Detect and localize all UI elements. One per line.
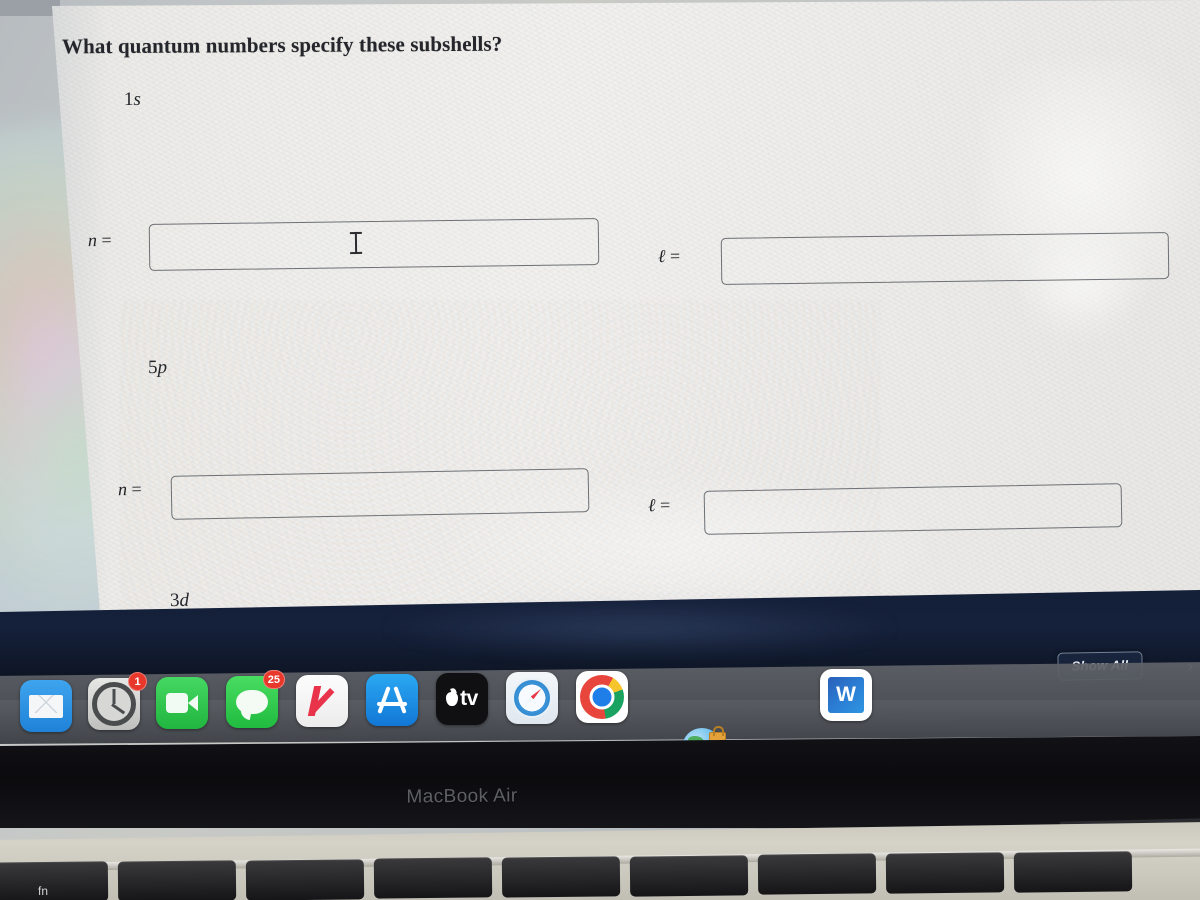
- equals-sign: =: [655, 494, 671, 516]
- laptop-screen-page: [52, 0, 1200, 618]
- word-icon: W: [828, 677, 864, 713]
- subshell-letter: d: [179, 589, 190, 611]
- ibeam-stem: [354, 233, 358, 253]
- camera-body: [166, 693, 188, 713]
- answer-input-l-5p[interactable]: [703, 483, 1123, 535]
- equals-sign: =: [96, 229, 112, 251]
- subshell-label-1s: 1s: [124, 89, 141, 111]
- answer-input-l-1s[interactable]: [720, 232, 1170, 285]
- news-icon: [307, 686, 337, 716]
- answer-input-n-5p[interactable]: [170, 468, 590, 520]
- subshell-number: 5: [147, 357, 158, 379]
- app-store-icon: [376, 686, 408, 714]
- compass-needle: [521, 687, 542, 708]
- laptop-lower-bezel: [0, 736, 1200, 828]
- dock-icon-row: 1 25 tv W: [0, 664, 1200, 874]
- screenshot-root: What quantum numbers specify these subsh…: [0, 0, 1200, 900]
- quantum-symbol-n: n: [87, 230, 98, 251]
- dock-item-facetime[interactable]: [156, 677, 208, 729]
- dock-item-safari[interactable]: [506, 672, 558, 724]
- keyboard-key[interactable]: [117, 860, 237, 900]
- field-label-l-5p: ℓ =: [648, 495, 671, 516]
- dock-item-apple-tv[interactable]: tv: [436, 673, 488, 725]
- field-label-n-5p: n =: [118, 479, 142, 500]
- dock-item-messages[interactable]: 25: [226, 670, 285, 728]
- field-label-l-1s: ℓ =: [658, 246, 680, 267]
- subshell-number: 3: [169, 590, 180, 612]
- dock-item-system-preferences[interactable]: 1: [88, 672, 147, 730]
- badge-count: 1: [128, 672, 147, 691]
- keyboard-key-label: fn: [37, 883, 49, 899]
- gear-icon: [92, 682, 136, 726]
- keyboard-key[interactable]: [373, 857, 493, 899]
- appstore-stroke-left: [377, 686, 391, 714]
- mail-icon: [29, 694, 63, 718]
- equals-sign: =: [665, 245, 681, 267]
- text-ibeam-cursor: [349, 231, 363, 255]
- screen-moire-warm: [120, 300, 880, 618]
- appstore-stroke-right: [393, 686, 407, 714]
- dock-item-news[interactable]: [296, 675, 348, 727]
- keyboard-key[interactable]: [245, 859, 365, 900]
- keyboard-key[interactable]: [629, 855, 749, 897]
- dock-item-microsoft-word[interactable]: W: [820, 669, 872, 721]
- keyboard-key[interactable]: [501, 856, 621, 898]
- dock-item-mail[interactable]: [20, 680, 72, 732]
- top-left-edge: [0, 0, 60, 16]
- screen-moire-texture: [52, 0, 1200, 618]
- apple-tv-label: tv: [460, 687, 478, 710]
- subshell-letter: s: [133, 88, 141, 110]
- dock-item-app-store[interactable]: [366, 674, 418, 726]
- subshell-label-5p: 5p: [148, 357, 167, 379]
- video-camera-icon: [166, 693, 198, 713]
- keyboard-key[interactable]: [1013, 851, 1133, 893]
- equals-sign: =: [126, 478, 142, 500]
- field-label-n-1s: n =: [88, 230, 112, 251]
- apple-logo-icon: [446, 692, 459, 706]
- subshell-letter: p: [157, 356, 168, 378]
- camera-lens: [188, 695, 198, 711]
- keyboard-key[interactable]: [757, 853, 877, 895]
- subshell-number: 1: [123, 88, 134, 111]
- answer-input-n-1s[interactable]: [148, 218, 600, 271]
- dock-item-google-chrome[interactable]: [576, 671, 628, 723]
- safari-compass-icon: [512, 678, 552, 718]
- keyboard-key[interactable]: [0, 861, 109, 900]
- laptop-brand-label: MacBook Air: [406, 785, 518, 808]
- ibeam-bottom-serif: [350, 251, 363, 255]
- speech-bubble-icon: [236, 690, 268, 714]
- appstore-stroke-cross: [377, 702, 407, 706]
- badge-count: 25: [262, 670, 285, 689]
- quantum-symbol-n: n: [117, 479, 128, 500]
- chrome-icon: [580, 675, 624, 719]
- page-title: What quantum numbers specify these subsh…: [61, 31, 503, 59]
- keyboard-key[interactable]: [885, 852, 1005, 894]
